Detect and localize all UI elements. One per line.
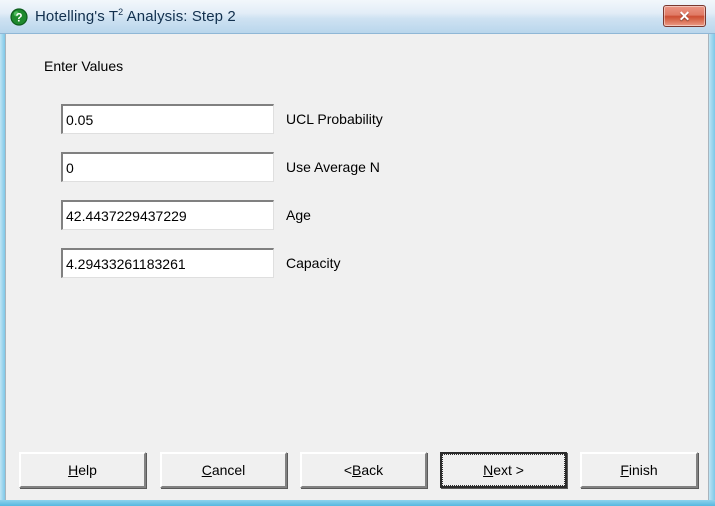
use-average-n-label: Use Average N xyxy=(286,159,380,175)
svg-text:?: ? xyxy=(15,12,22,24)
finish-button-mnemonic: F xyxy=(620,462,629,478)
window-title: Hotelling's T2 Analysis: Step 2 xyxy=(35,8,236,26)
capacity-input[interactable] xyxy=(61,248,274,278)
cancel-button-inner: Cancel xyxy=(162,454,285,486)
title-bar-content: ? Hotelling's T2 Analysis: Step 2 xyxy=(7,0,715,33)
finish-button[interactable]: Finish xyxy=(580,452,698,488)
enter-values-label: Enter Values xyxy=(44,58,124,74)
back-button-mnemonic: B xyxy=(352,462,362,478)
question-help-icon: ? xyxy=(10,7,28,26)
back-button-inner: < Back xyxy=(302,454,425,486)
use-average-n-input[interactable] xyxy=(61,152,274,182)
ucl-probability-input[interactable] xyxy=(61,104,274,134)
title-bar[interactable]: ? Hotelling's T2 Analysis: Step 2 ✕ xyxy=(0,0,715,34)
cancel-button[interactable]: Cancel xyxy=(160,452,287,488)
form-row-ucl-probability: UCL Probability xyxy=(61,104,383,134)
ucl-probability-label: UCL Probability xyxy=(286,111,383,127)
back-button-post: ack xyxy=(361,462,384,478)
close-icon: ✕ xyxy=(678,8,691,24)
window-title-suffix: Analysis: Step 2 xyxy=(123,8,236,25)
window-frame-right xyxy=(709,0,715,506)
help-button-post: elp xyxy=(78,462,97,478)
finish-button-post: inish xyxy=(628,462,658,478)
next-button-mnemonic: N xyxy=(483,462,494,478)
window-frame-bottom xyxy=(0,500,715,506)
next-button[interactable]: Next > xyxy=(440,452,567,488)
cancel-button-post: ancel xyxy=(211,462,246,478)
help-button-inner: Help xyxy=(21,454,144,486)
window-title-prefix: Hotelling's T xyxy=(35,8,119,25)
dialog-window: ? Hotelling's T2 Analysis: Step 2 ✕ Ente… xyxy=(0,0,715,506)
form-row-use-average-n: Use Average N xyxy=(61,152,380,182)
dialog-button-bar: Help Cancel < Back Next > Finish xyxy=(6,444,708,500)
form-row-capacity: Capacity xyxy=(61,248,340,278)
dialog-client-area: Enter Values UCL Probability Use Average… xyxy=(5,34,709,500)
form-row-age: Age xyxy=(61,200,311,230)
help-button[interactable]: Help xyxy=(19,452,146,488)
back-button-pre: < xyxy=(343,462,353,478)
next-button-focus-rect: Next > xyxy=(442,454,565,486)
back-button[interactable]: < Back xyxy=(300,452,427,488)
close-button[interactable]: ✕ xyxy=(663,5,706,27)
capacity-label: Capacity xyxy=(286,255,341,271)
help-button-mnemonic: H xyxy=(68,462,79,478)
finish-button-inner: Finish xyxy=(582,454,696,486)
age-label: Age xyxy=(286,207,311,223)
age-input[interactable] xyxy=(61,200,274,230)
cancel-button-mnemonic: C xyxy=(201,462,212,478)
next-button-post: ext > xyxy=(493,462,524,478)
